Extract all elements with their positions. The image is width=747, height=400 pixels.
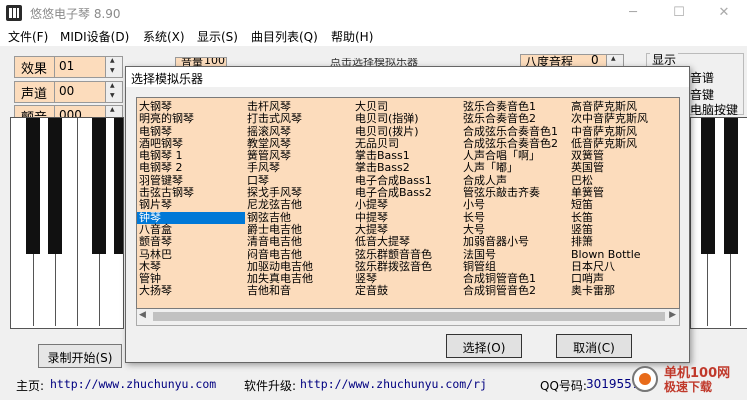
app-piano-icon: [6, 5, 22, 21]
instrument-column: 弦乐合奏音色1 弦乐合奏音色2 合成弦乐合奏音色1 合成弦乐合奏音色2 人声合唱「啊」人…: [461, 100, 569, 298]
instrument-item[interactable]: 闷音电吉他: [245, 248, 353, 261]
select-button[interactable]: 选择(O): [446, 334, 522, 358]
instrument-item[interactable]: 英国管: [569, 162, 679, 175]
black-key[interactable]: [724, 118, 738, 254]
upgrade-link[interactable]: http://www.zhuchunyu.com/rj: [300, 377, 487, 391]
upgrade-label: 软件升级:: [244, 379, 297, 393]
qq-label: QQ号码:: [540, 379, 587, 393]
cancel-button[interactable]: 取消(C): [556, 334, 632, 358]
instrument-item[interactable]: 马林巴: [137, 248, 245, 261]
instrument-item[interactable]: 手风琴: [245, 162, 353, 175]
scroll-left-icon[interactable]: ◀: [139, 310, 146, 320]
horizontal-scrollbar[interactable]: ◀ ▶: [136, 309, 680, 326]
select-instrument-dialog: 选择模拟乐器 大钢琴 明亮的钢琴 电钢琴 酒吧钢琴 电钢琴 1 电钢琴 2 羽管键琴 击弦古钢…: [125, 66, 690, 363]
display-option-notes[interactable]: 音谱: [690, 69, 742, 83]
instrument-item[interactable]: Blown Bottle: [569, 248, 679, 261]
piano-keyboard[interactable]: [10, 117, 124, 329]
instrument-item[interactable]: 次中音萨克斯风: [569, 112, 679, 125]
channel-label: 声道: [14, 81, 56, 103]
watermark-line2: 极速下载: [664, 380, 713, 394]
scroll-right-icon[interactable]: ▶: [669, 310, 676, 320]
instrument-hint[interactable]: 点击选择模拟乐器: [330, 58, 450, 66]
dialog-title: 选择模拟乐器: [131, 72, 204, 86]
watermark-logo-icon: [632, 366, 658, 392]
effect-spinner[interactable]: [105, 56, 123, 78]
display-option-pc-keys[interactable]: 电脑按键: [690, 101, 746, 115]
homepage-label: 主页:: [16, 379, 45, 393]
instrument-item[interactable]: 吉他和音: [245, 285, 353, 298]
scroll-thumb[interactable]: [153, 312, 665, 321]
close-button[interactable]: ✕: [701, 0, 747, 26]
instrument-item[interactable]: 加弱音器小号: [461, 235, 569, 248]
display-option-keys[interactable]: 音键: [690, 86, 742, 100]
black-key[interactable]: [92, 118, 106, 254]
instrument-item[interactable]: 明亮的钢琴: [137, 112, 245, 125]
instrument-item[interactable]: 短笛: [569, 199, 679, 212]
piano-keyboard-right[interactable]: [690, 117, 747, 329]
channel-spinner[interactable]: [105, 81, 123, 103]
dialog-title-bar: 选择模拟乐器: [126, 67, 689, 87]
menu-song-list[interactable]: 曲目列表(Q): [251, 28, 318, 45]
menu-display[interactable]: 显示(S): [197, 28, 238, 45]
instrument-item[interactable]: 大扬琴: [137, 285, 245, 298]
black-key[interactable]: [48, 118, 62, 254]
instrument-item[interactable]: 合成铜管音色2: [461, 285, 569, 298]
instrument-item[interactable]: 弦乐合奏音色2: [461, 112, 569, 125]
minimize-button[interactable]: ─: [610, 0, 656, 26]
menu-system[interactable]: 系统(X): [143, 28, 185, 45]
instrument-item[interactable]: 弦乐群颤音音色: [353, 248, 461, 261]
menu-midi-device[interactable]: MIDI设备(D): [60, 28, 129, 45]
instrument-item[interactable]: 钢片琴: [137, 199, 245, 212]
effect-label: 效果: [14, 56, 56, 78]
instrument-item[interactable]: 电钢琴 2: [137, 162, 245, 175]
instrument-column: 大钢琴 明亮的钢琴 电钢琴 酒吧钢琴 电钢琴 1 电钢琴 2 羽管键琴 击弦古钢琴 钢片琴 钟琴八…: [137, 100, 245, 298]
instrument-item[interactable]: 清音电吉他: [245, 235, 353, 248]
menu-help[interactable]: 帮助(H): [331, 28, 373, 45]
instrument-column: 击杆风琴 打击式风琴 摇滚风琴 教堂风琴 簧管风琴 手风琴 口琴 探戈手风琴 尼龙弦吉他 钢弦吉他…: [245, 100, 353, 298]
maximize-button[interactable]: ☐: [656, 0, 702, 26]
instrument-item[interactable]: 打击式风琴: [245, 112, 353, 125]
instrument-item[interactable]: 掌击Bass2: [353, 162, 461, 175]
instrument-item[interactable]: 排箫: [569, 235, 679, 248]
instrument-column: 大贝司 电贝司(指弹) 电贝司(拨片) 无品贝司 掌击Bass1 掌击Bass2 电子合成B…: [353, 100, 461, 298]
instrument-item[interactable]: 颤音琴: [137, 235, 245, 248]
instrument-item[interactable]: 人声「嘟」: [461, 162, 569, 175]
channel-value[interactable]: 00: [54, 81, 106, 103]
instrument-item[interactable]: 法国号: [461, 248, 569, 261]
instrument-item[interactable]: 低音大提琴: [353, 235, 461, 248]
black-key[interactable]: [26, 118, 40, 254]
black-key[interactable]: [701, 118, 715, 254]
instrument-item[interactable]: 小提琴: [353, 199, 461, 212]
instrument-item[interactable]: 奥卡雷那: [569, 285, 679, 298]
instrument-item[interactable]: 定音鼓: [353, 285, 461, 298]
instrument-item[interactable]: 电贝司(指弹): [353, 112, 461, 125]
instrument-item[interactable]: 尼龙弦吉他: [245, 199, 353, 212]
black-key[interactable]: [114, 118, 123, 254]
instrument-item[interactable]: 小号: [461, 199, 569, 212]
window-title: 悠悠电子琴 8.90: [30, 7, 121, 21]
record-start-button[interactable]: 录制开始(S): [38, 344, 122, 368]
menu-file[interactable]: 文件(F): [8, 28, 48, 45]
instrument-list[interactable]: 大钢琴 明亮的钢琴 电钢琴 酒吧钢琴 电钢琴 1 电钢琴 2 羽管键琴 击弦古钢琴 钢片琴 钟琴八…: [136, 97, 680, 309]
instrument-column: 高音萨克斯风 次中音萨克斯风 中音萨克斯风 低音萨克斯风 双簧管 英国管 巴松 单簧管 短笛 长笛…: [569, 100, 679, 298]
effect-value[interactable]: 01: [54, 56, 106, 78]
homepage-link[interactable]: http://www.zhuchunyu.com: [50, 377, 216, 391]
